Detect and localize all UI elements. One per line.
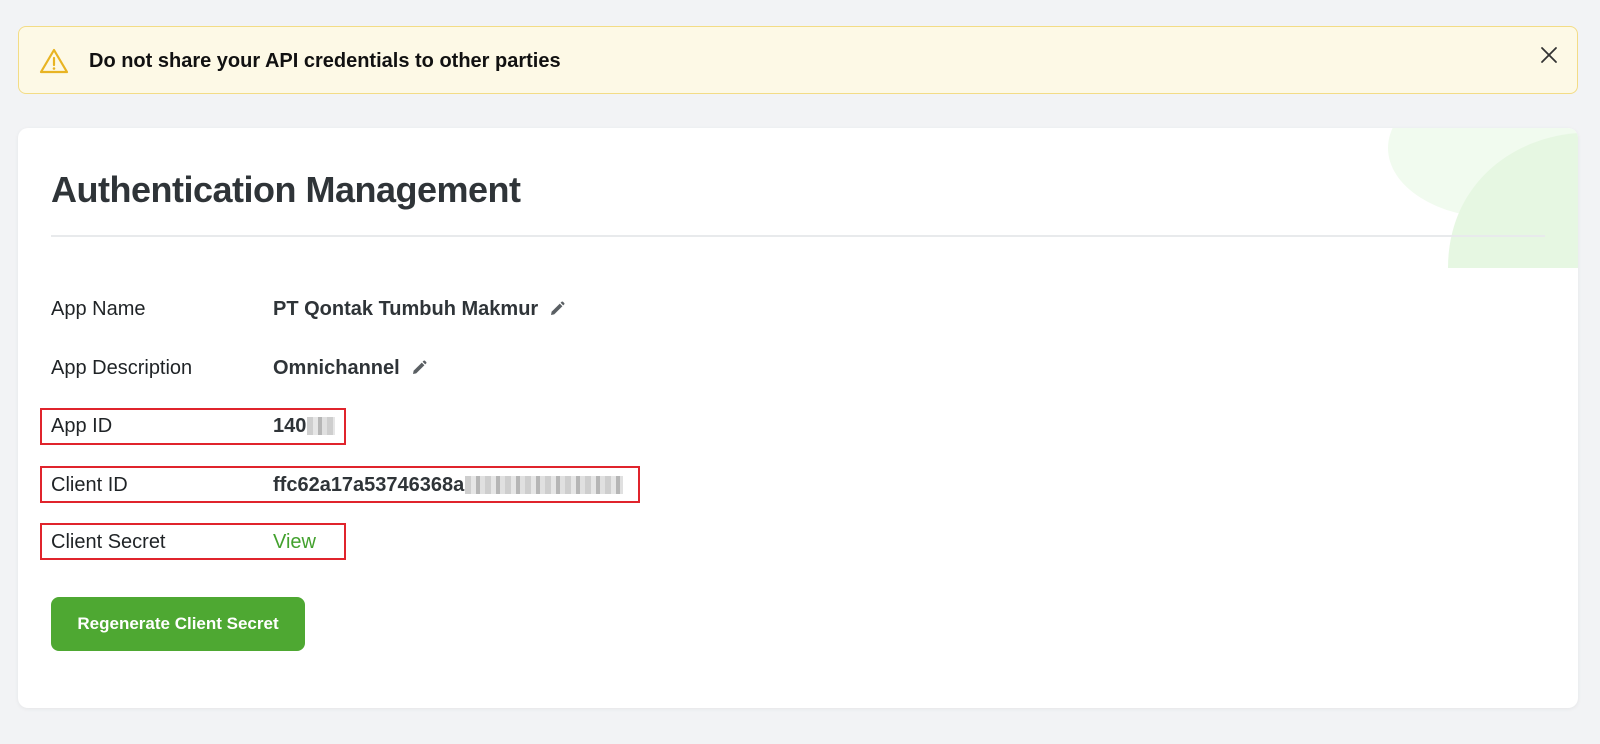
highlight-box	[40, 466, 640, 503]
authentication-card: Authentication Management App Name PT Qo…	[18, 128, 1578, 708]
regenerate-client-secret-button[interactable]: Regenerate Client Secret	[51, 597, 305, 651]
app-description-label: App Description	[51, 357, 193, 379]
app-name-value: PT Qontak Tumbuh Makmur	[273, 298, 539, 320]
pencil-icon[interactable]	[410, 359, 428, 377]
app-name-row: App Name PT Qontak Tumbuh Makmur	[51, 291, 1051, 327]
pencil-icon[interactable]	[548, 300, 566, 318]
divider	[51, 235, 1545, 237]
warning-icon	[39, 48, 69, 74]
app-description-value: Omnichannel	[273, 357, 400, 379]
app-name-label: App Name	[51, 298, 146, 320]
warning-alert: Do not share your API credentials to oth…	[18, 26, 1578, 94]
highlight-box	[40, 523, 346, 560]
leaf-decoration	[1388, 128, 1578, 268]
page-title: Authentication Management	[51, 169, 521, 210]
alert-message: Do not share your API credentials to oth…	[89, 50, 561, 72]
app-description-row: App Description Omnichannel	[51, 350, 1051, 386]
close-icon[interactable]	[1537, 43, 1561, 67]
highlight-box	[40, 408, 346, 445]
app-name-value-wrap: PT Qontak Tumbuh Makmur	[273, 297, 566, 321]
app-description-value-wrap: Omnichannel	[273, 356, 428, 380]
